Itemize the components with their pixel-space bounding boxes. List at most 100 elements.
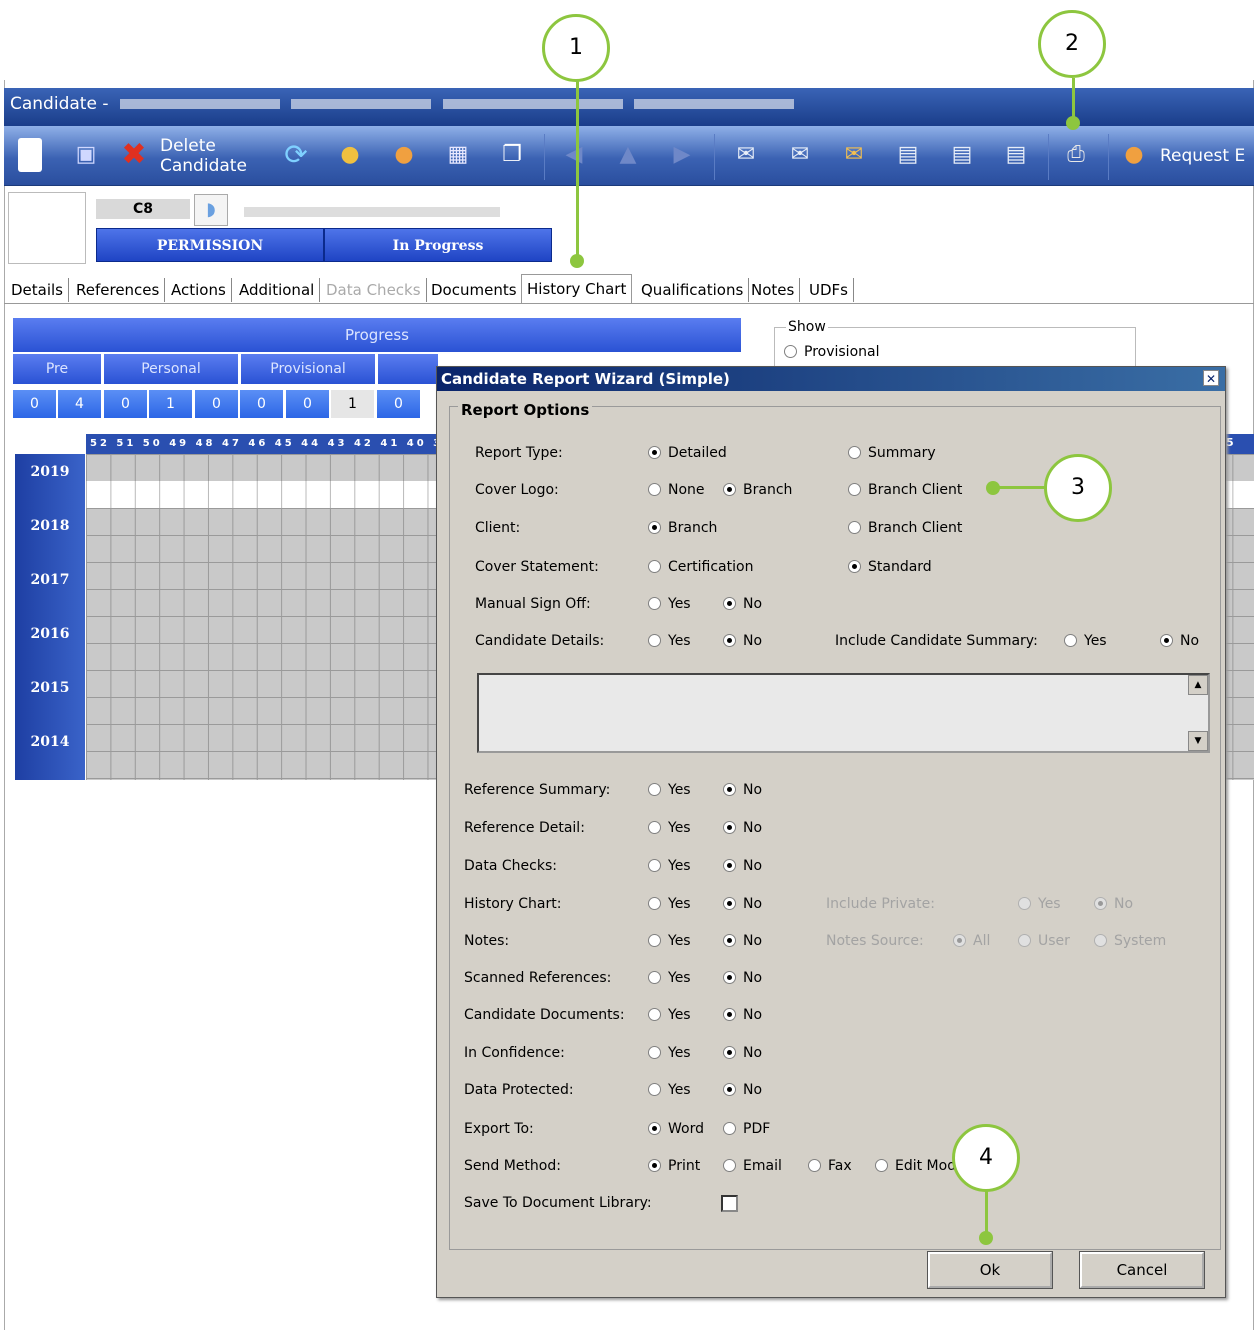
tab-documents[interactable]: Documents (426, 278, 523, 302)
history-chart-yes-radio[interactable]: Yes (648, 896, 691, 912)
client-branch-client-radio[interactable]: Branch Client (848, 520, 962, 536)
arrow-up-icon[interactable]: ▲ (612, 138, 644, 172)
print-icon[interactable]: ⎙ (1060, 138, 1092, 172)
report-type-detailed-radio[interactable]: Detailed (648, 445, 727, 461)
progress-pre: Pre (13, 354, 101, 384)
calendar-icon[interactable]: ▤ (892, 138, 924, 172)
week-header-right: 5 (1226, 436, 1234, 449)
transfer-icon[interactable]: ▦ (442, 138, 474, 172)
document-search-icon[interactable]: ▤ (946, 138, 978, 172)
envelope-icon[interactable]: ✉ (838, 138, 870, 172)
delete-candidate-button[interactable]: Delete Candidate (160, 136, 247, 176)
callout-4: 4 (952, 1124, 1020, 1192)
notes-yes-radio[interactable]: Yes (648, 933, 691, 949)
include-private-yes-radio[interactable]: Yes (1018, 896, 1061, 912)
in-confidence-no-radio[interactable]: No (723, 1045, 762, 1061)
save-icon[interactable]: ▣ (70, 138, 102, 172)
cover-statement-standard-radio[interactable]: Standard (848, 559, 932, 575)
cover-logo-branch-client-radio[interactable]: Branch Client (848, 482, 962, 498)
tab-bar: Details References Actions Additional Da… (4, 274, 1254, 304)
new-document-icon[interactable] (18, 138, 42, 172)
window-title: Candidate - (10, 94, 109, 114)
tab-notes[interactable]: Notes (746, 278, 801, 302)
candidate-details-no-radio[interactable]: No (723, 633, 762, 649)
year-label: 2018 (30, 518, 70, 534)
client-branch-radio[interactable]: Branch (648, 520, 717, 536)
radio-label: Yes (1084, 633, 1107, 649)
candidate-money-icon[interactable]: ● (334, 138, 366, 172)
send-email-radio[interactable]: Email (723, 1158, 782, 1174)
callout-dot (986, 481, 1000, 495)
scroll-down-icon[interactable]: ▼ (1188, 731, 1208, 751)
tab-actions[interactable]: Actions (166, 278, 232, 302)
tab-history-chart[interactable]: History Chart (521, 274, 633, 303)
ok-button[interactable]: Ok (927, 1251, 1053, 1289)
mail-remove-icon[interactable]: ✉ (784, 138, 816, 172)
history-chart-no-radio[interactable]: No (723, 896, 762, 912)
tab-qualifications[interactable]: Qualifications (636, 278, 750, 302)
progress-count: 0 (286, 390, 329, 418)
reference-summary-yes-radio[interactable]: Yes (648, 782, 691, 798)
arrow-left-icon[interactable]: ◀ (558, 138, 590, 172)
callout-1: 1 (542, 14, 610, 82)
notes-source-all-radio[interactable]: All (953, 933, 990, 949)
report-type-summary-radio[interactable]: Summary (848, 445, 936, 461)
candidate-details-yes-radio[interactable]: Yes (648, 633, 691, 649)
export-pdf-radio[interactable]: PDF (723, 1121, 770, 1137)
include-summary-yes-radio[interactable]: Yes (1064, 633, 1107, 649)
notes-no-radio[interactable]: No (723, 933, 762, 949)
radio-label: Yes (668, 970, 691, 986)
report-options-legend: Report Options (458, 401, 593, 419)
group-users-icon[interactable]: ● (388, 138, 420, 172)
refresh-icon[interactable]: ⟳ (280, 138, 312, 172)
save-to-library-checkbox[interactable] (721, 1195, 738, 1212)
data-protected-yes-radio[interactable]: Yes (648, 1082, 691, 1098)
notes-source-user-radio[interactable]: User (1018, 933, 1070, 949)
scroll-up-icon[interactable]: ▲ (1188, 675, 1208, 695)
send-fax-radio[interactable]: Fax (808, 1158, 852, 1174)
candidate-documents-no-radio[interactable]: No (723, 1007, 762, 1023)
export-word-radio[interactable]: Word (648, 1121, 704, 1137)
send-edit-mode-radio[interactable]: Edit Mod (875, 1158, 956, 1174)
manual-sign-off-yes-radio[interactable]: Yes (648, 596, 691, 612)
document-check-icon[interactable]: ▤ (1000, 138, 1032, 172)
cover-logo-none-radio[interactable]: None (648, 482, 705, 498)
data-checks-yes-radio[interactable]: Yes (648, 858, 691, 874)
request-icon[interactable]: ● (1118, 138, 1150, 172)
reference-detail-yes-radio[interactable]: Yes (648, 820, 691, 836)
send-print-radio[interactable]: Print (648, 1158, 700, 1174)
data-checks-no-radio[interactable]: No (723, 858, 762, 874)
show-provisional-radio[interactable]: Provisional (784, 344, 879, 360)
arrow-right-icon[interactable]: ▶ (666, 138, 698, 172)
tab-references[interactable]: References (71, 278, 166, 302)
lookup-icon[interactable]: ◗ (194, 194, 228, 226)
reference-summary-no-radio[interactable]: No (723, 782, 762, 798)
data-protected-no-radio[interactable]: No (723, 1082, 762, 1098)
summary-textarea[interactable]: ▲ ▼ (477, 673, 1210, 753)
mail-add-icon[interactable]: ✉ (730, 138, 762, 172)
manual-sign-off-no-radio[interactable]: No (723, 596, 762, 612)
in-confidence-yes-radio[interactable]: Yes (648, 1045, 691, 1061)
notes-source-system-radio[interactable]: System (1094, 933, 1166, 949)
cover-logo-branch-radio[interactable]: Branch (723, 482, 792, 498)
redacted-title-text (634, 99, 795, 109)
candidate-documents-yes-radio[interactable]: Yes (648, 1007, 691, 1023)
close-icon[interactable]: ✕ (1203, 370, 1219, 386)
scanned-references-yes-radio[interactable]: Yes (648, 970, 691, 986)
cover-statement-certification-radio[interactable]: Certification (648, 559, 753, 575)
tab-udfs[interactable]: UDFs (804, 278, 854, 302)
request-button[interactable]: Request E (1160, 146, 1245, 166)
progress-count: 0 (377, 390, 420, 418)
cancel-button[interactable]: Cancel (1079, 1251, 1205, 1289)
manual-sign-off-label: Manual Sign Off: (475, 596, 591, 612)
include-summary-no-radio[interactable]: No (1160, 633, 1199, 649)
reference-detail-no-radio[interactable]: No (723, 820, 762, 836)
tab-additional[interactable]: Additional (234, 278, 321, 302)
tab-details[interactable]: Details (6, 278, 70, 302)
scanned-references-no-radio[interactable]: No (723, 970, 762, 986)
include-private-no-radio[interactable]: No (1094, 896, 1133, 912)
copy-icon[interactable]: ❐ (496, 138, 528, 172)
year-label: 2014 (30, 734, 70, 750)
tab-data-checks[interactable]: Data Checks (321, 278, 427, 302)
delete-icon[interactable]: ✖ (118, 138, 150, 172)
